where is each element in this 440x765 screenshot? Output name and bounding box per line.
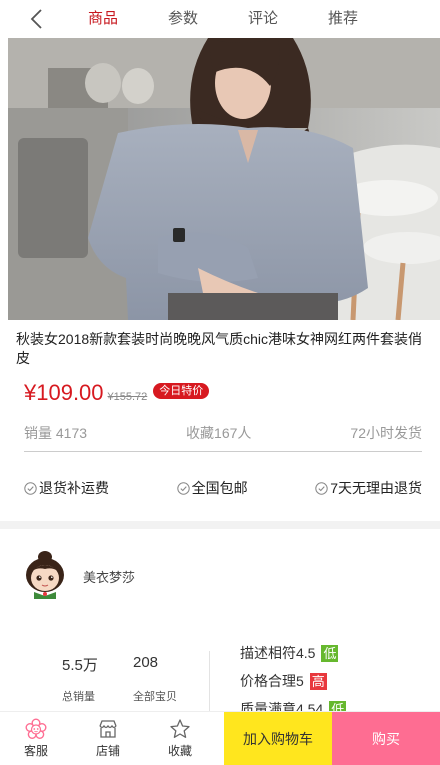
service-item: 7天无理由退货 [315,478,422,498]
store-icon [99,720,117,738]
customer-service-button[interactable]: 客服 [0,712,72,765]
section-gap [0,521,440,529]
service-label: 全国包邮 [191,480,248,496]
service-label: 7天无理由退货 [330,480,422,496]
divider [24,451,422,452]
tab-reviews[interactable]: 评论 [223,0,303,38]
rating-level-badge: 高 [309,672,327,690]
service-label: 退货补运费 [39,480,109,496]
total-sales-value: 5.5万 [62,657,98,674]
shop-section: 美衣梦莎 5.5万 总销量 208 全部宝贝 描述相符4.5 低 价格合理5 高… [0,529,440,718]
shipping-time: 72小时发货 [350,425,422,441]
product-title: 秋装女2018新款套装时尚晚晚风气质chic港味女神网红两件套装俏皮 [16,331,423,366]
total-sales-label: 总销量 [62,691,95,703]
check-circle-icon [24,481,37,495]
add-to-cart-button[interactable]: 加入购物车 [224,712,332,765]
rating-level-badge: 低 [321,644,339,662]
store-button[interactable]: 店铺 [72,712,144,765]
rating-label: 价格合理5 [240,673,304,689]
promo-badge: 今日特价 [153,383,210,399]
bottom-action-bar: 客服 店铺 收藏 加入购物车 购买 [0,711,440,765]
store-label: 店铺 [95,744,120,758]
shop-name[interactable]: 美衣梦莎 [83,567,135,586]
product-tabs: 商品 参数 评论 推荐 [63,0,383,38]
sales-count: 销量 4173 [24,425,88,441]
service-guarantees: 退货补运费 全国包邮 7天无理由退货 [24,478,422,498]
top-nav-bar: 商品 参数 评论 推荐 [0,0,440,38]
vertical-divider [209,651,210,711]
product-image[interactable] [8,38,440,320]
items-count-value: 208 [133,654,159,671]
favorite-button[interactable]: 收藏 [144,712,216,765]
product-stats: 销量 4173 收藏167人 72小时发货 [24,423,422,443]
buy-button[interactable]: 购买 [332,712,440,765]
rating-price: 价格合理5 高 [240,667,346,695]
flower-service-icon [25,718,47,739]
tab-product[interactable]: 商品 [63,0,143,38]
back-button[interactable] [28,8,48,30]
service-item: 全国包邮 [176,478,248,498]
service-item: 退货补运费 [24,478,109,498]
original-price: ¥155.72 [107,391,148,403]
current-price: ¥109.00 [24,380,104,405]
rating-label: 描述相符4.5 [240,645,316,661]
star-icon [170,719,190,738]
favorite-label: 收藏 [167,744,192,758]
shop-avatar[interactable] [24,547,66,599]
price-row: ¥109.00 ¥155.72 今日特价 [24,380,210,406]
customer-service-label: 客服 [23,744,48,758]
rating-description: 描述相符4.5 低 [240,639,346,667]
favorite-count: 收藏167人 [186,425,252,441]
tab-params[interactable]: 参数 [143,0,223,38]
chevron-left-icon [30,9,42,29]
items-count-label: 全部宝贝 [133,691,177,703]
tab-recommend[interactable]: 推荐 [303,0,383,38]
check-circle-icon [315,481,328,495]
check-circle-icon [176,481,190,495]
